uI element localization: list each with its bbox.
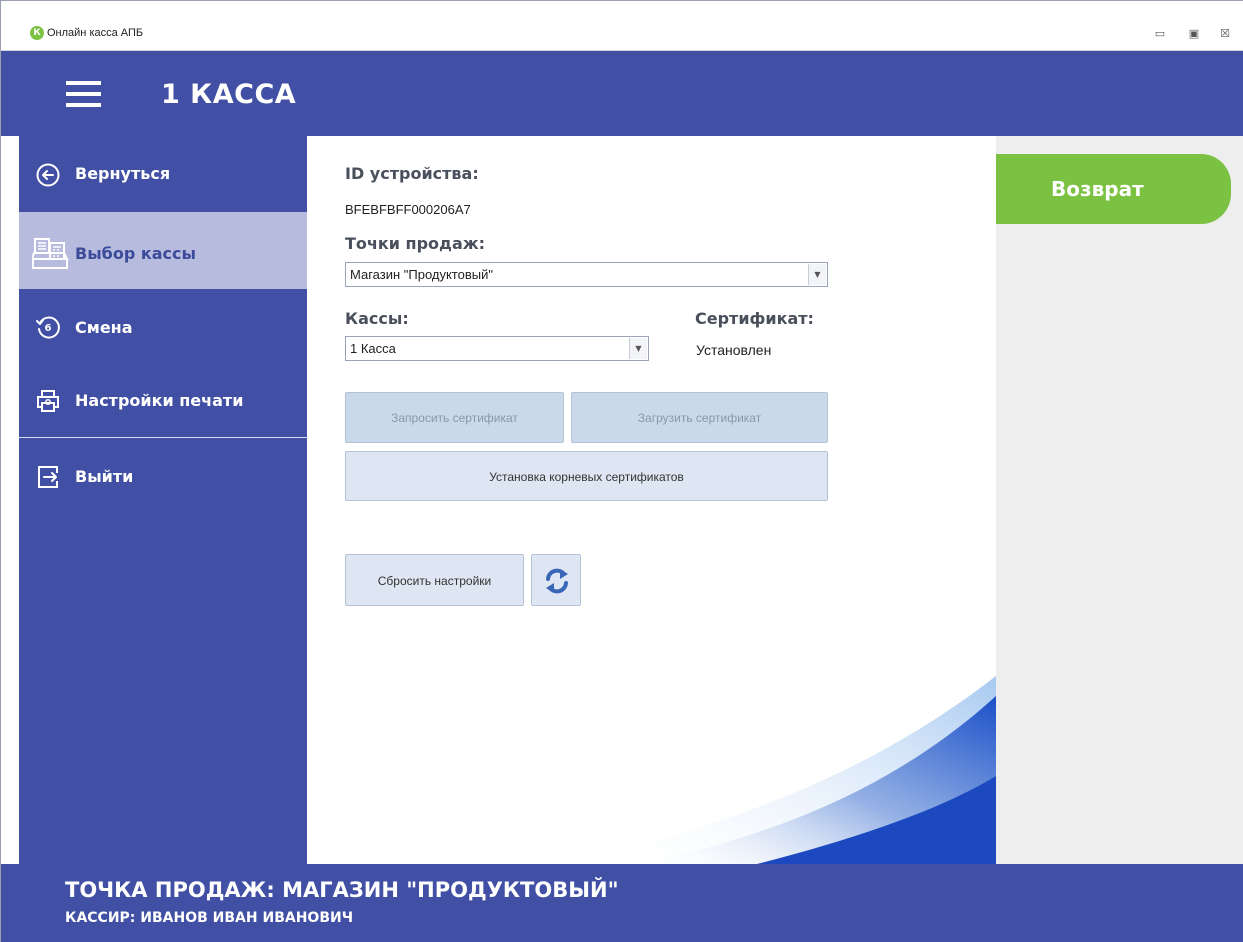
- sales-point-selected-value: Магазин "Продуктовый": [350, 267, 493, 282]
- device-id-label: ID устройства:: [345, 164, 479, 183]
- shift-clock-icon: 6: [36, 316, 60, 339]
- chevron-down-icon[interactable]: ▼: [808, 264, 826, 285]
- cash-register-icon: [32, 238, 69, 269]
- sidebar: Вернуться Выбор кассы 6 Смена Настройки …: [19, 136, 307, 864]
- sidebar-item-label: Выбор кассы: [75, 244, 196, 263]
- refresh-button[interactable]: [531, 554, 581, 606]
- hamburger-menu-icon[interactable]: [66, 81, 101, 111]
- sidebar-item-label: Выйти: [75, 467, 134, 486]
- footer-cashier: КАССИР: ИВАНОВ ИВАН ИВАНОВИЧ: [65, 910, 354, 926]
- sidebar-item-label: Настройки печати: [75, 391, 244, 410]
- right-panel: [996, 136, 1243, 864]
- kassa-selected-value: 1 Касса: [350, 341, 396, 356]
- footer-sales-point: ТОЧКА ПРОДАЖ: МАГАЗИН "ПРОДУКТОВЫЙ": [65, 878, 619, 902]
- page-title: 1 КАССА: [161, 79, 297, 110]
- sidebar-item-label: Вернуться: [75, 164, 171, 183]
- logout-icon: [38, 466, 58, 488]
- sidebar-item-print-settings[interactable]: Настройки печати: [19, 364, 307, 438]
- sidebar-item-logout[interactable]: Выйти: [19, 439, 307, 514]
- sidebar-item-select-kassa[interactable]: Выбор кассы: [19, 212, 307, 289]
- printer-icon: [37, 390, 59, 412]
- maximize-button[interactable]: ▣: [1186, 28, 1202, 42]
- main-panel: ID устройства: BFEBFBFF000206A7 Точки пр…: [307, 136, 996, 864]
- window-title: Онлайн касса АПБ: [47, 27, 144, 39]
- sales-point-select[interactable]: Магазин "Продуктовый" ▼: [345, 262, 828, 287]
- sales-points-label: Точки продаж:: [345, 234, 486, 253]
- minimize-button[interactable]: ▭: [1152, 28, 1168, 42]
- certificate-status: Установлен: [696, 342, 772, 358]
- sidebar-item-label: Смена: [75, 318, 133, 337]
- chevron-down-icon[interactable]: ▼: [629, 338, 647, 359]
- app-window: К Онлайн касса АПБ ▭ ▣ ☒ 1 КАССА Вернуть…: [0, 0, 1243, 942]
- arrow-left-circle-icon: [36, 163, 60, 187]
- title-bar: К Онлайн касса АПБ ▭ ▣ ☒: [1, 1, 1243, 51]
- reset-settings-button[interactable]: Сбросить настройки: [345, 554, 524, 606]
- sidebar-item-back[interactable]: Вернуться: [19, 136, 307, 212]
- return-button-label: Возврат: [1051, 177, 1144, 201]
- status-footer: ТОЧКА ПРОДАЖ: МАГАЗИН "ПРОДУКТОВЫЙ" КАСС…: [1, 864, 1243, 942]
- return-button[interactable]: Возврат: [996, 154, 1231, 224]
- shift-number: 6: [45, 323, 52, 334]
- kassy-label: Кассы:: [345, 309, 409, 328]
- kassa-select[interactable]: 1 Касса ▼: [345, 336, 649, 361]
- device-id-value: BFEBFBFF000206A7: [345, 202, 471, 217]
- request-certificate-button[interactable]: Запросить сертификат: [345, 392, 564, 443]
- refresh-icon: [546, 568, 568, 594]
- load-certificate-button[interactable]: Загрузить сертификат: [571, 392, 828, 443]
- sidebar-item-shift[interactable]: 6 Смена: [19, 289, 307, 364]
- install-root-certificates-button[interactable]: Установка корневых сертификатов: [345, 451, 828, 501]
- close-button[interactable]: ☒: [1217, 28, 1233, 42]
- certificate-label: Сертификат:: [695, 309, 814, 328]
- app-logo-icon: К: [30, 26, 44, 40]
